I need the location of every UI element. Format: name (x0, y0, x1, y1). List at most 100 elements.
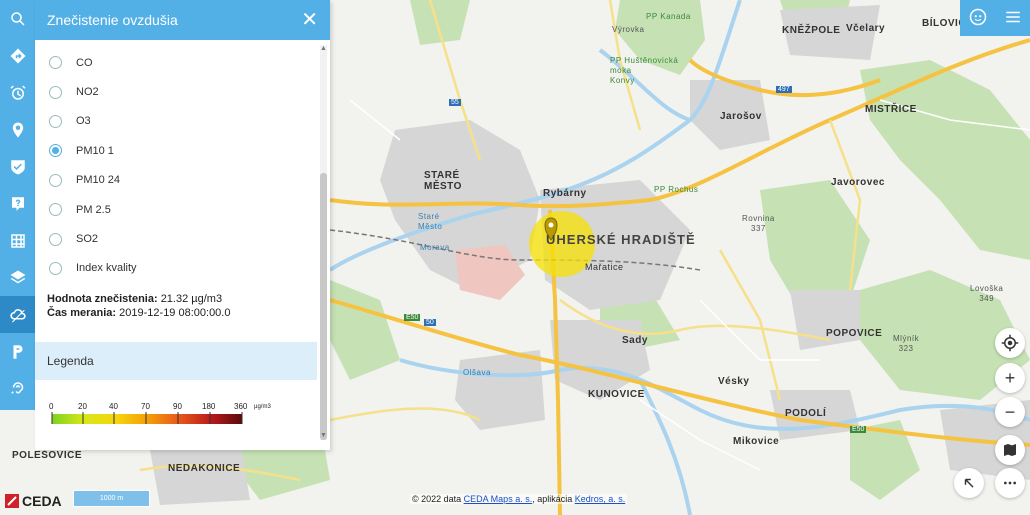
search-icon[interactable] (0, 0, 35, 37)
road-badge: E50 (850, 426, 867, 433)
legend-header[interactable]: Legenda (35, 342, 317, 380)
map-label-sady: Sady (622, 335, 648, 346)
ceda-maps-link[interactable]: CEDA Maps a. s. (464, 494, 533, 504)
road-badge: E50 (404, 314, 421, 321)
scroll-down-arrow[interactable]: ▼ (320, 432, 327, 440)
attribution-middle: , aplikácia (532, 494, 575, 504)
radio-label: CO (76, 56, 93, 69)
layers-icon[interactable] (0, 259, 35, 296)
map-label-lovoska: Lovoška 349 (970, 284, 1004, 303)
directions-icon[interactable] (0, 37, 35, 74)
map-label-mikovice: Mikovice (733, 436, 780, 447)
attribution-prefix: © 2022 data (412, 494, 464, 504)
radio-label: PM10 1 (76, 144, 114, 157)
cloud-pollution-icon[interactable] (0, 296, 35, 333)
radio-label: Index kvality (76, 262, 137, 275)
radio-label: NO2 (76, 86, 99, 99)
radio-label: PM10 24 (76, 174, 121, 187)
legend-tick-label: 360 (234, 402, 248, 411)
radio-option-index-kvality[interactable]: Index kvality (35, 254, 317, 283)
legend-tick-label: 20 (78, 402, 87, 411)
legend-color-scale: 0 20 40 70 90 180 360 µg/m3 (49, 402, 289, 433)
menu-icon[interactable] (1004, 8, 1022, 29)
help-icon[interactable] (0, 185, 35, 222)
radio-option-pm25[interactable]: PM 2.5 (35, 195, 317, 224)
radio-button[interactable] (49, 173, 62, 187)
legend-tick-label: 40 (109, 402, 118, 411)
shield-check-icon[interactable] (0, 148, 35, 185)
panel-scrollbar[interactable]: ▲ ▼ (320, 45, 327, 440)
map-label-uherske-hradiste: UHERSKÉ HRADIŠTĚ (546, 232, 696, 247)
radio-button-selected[interactable] (49, 144, 62, 158)
legend-tick-label: 0 (49, 402, 54, 411)
map-label-rovnina: Rovnina 337 (742, 214, 775, 233)
radio-label: PM 2.5 (76, 203, 111, 216)
user-face-icon[interactable] (969, 8, 987, 29)
map-label-pp-kanada: PP Kanada (646, 12, 691, 21)
grid-icon[interactable] (0, 222, 35, 259)
air-pollution-panel: Znečistenie ovzdušia ✕ CO NO2 O3 PM10 1 … (35, 0, 330, 450)
top-right-toolbar (960, 0, 1030, 36)
panel-title: Znečistenie ovzdušia (47, 12, 178, 28)
radio-option-pm10-1[interactable]: PM10 1 (35, 136, 317, 165)
map-scale-bar: 1000 m (73, 490, 150, 507)
kedros-link[interactable]: Kedros, a. s. (575, 494, 626, 504)
value-label: Hodnota znečistenia: (47, 293, 158, 306)
ceda-logo-mark (5, 494, 19, 508)
radio-button[interactable] (49, 56, 62, 70)
map-label-kunovice: KUNOVICE (588, 389, 645, 400)
hearing-icon[interactable] (0, 370, 35, 407)
radio-button[interactable] (49, 203, 62, 217)
map-label-knezpole: KNĚŽPOLE (782, 25, 841, 36)
compass-icon[interactable] (995, 328, 1025, 358)
road-badge: 497 (776, 86, 792, 93)
radio-option-co[interactable]: CO (35, 48, 317, 77)
logo-text: CEDA (22, 493, 62, 509)
radio-button[interactable] (49, 85, 62, 99)
radio-option-so2[interactable]: SO2 (35, 224, 317, 253)
radio-button[interactable] (49, 114, 62, 128)
map-label-mistrice: MISTŘICE (865, 104, 917, 115)
time-label: Čas merania: (47, 307, 117, 320)
map-label-stare-mesto: STARÉ MĚSTO (424, 170, 462, 192)
map-label-polesovice: POLEŠOVICE (12, 450, 83, 461)
panel-body: CO NO2 O3 PM10 1 PM10 24 PM 2.5 SO2 Inde… (35, 40, 317, 450)
attribution-footer: © 2022 data CEDA Maps a. s., aplikácia K… (410, 494, 628, 504)
map-label-nedakonice: NEDAKONICE (168, 463, 241, 474)
pollution-value: 21.32 µg/m3 (160, 293, 223, 306)
radio-option-pm10-24[interactable]: PM10 24 (35, 166, 317, 195)
legend-title: Legenda (47, 354, 94, 368)
radio-button[interactable] (49, 232, 62, 246)
zoom-in-button[interactable]: + (995, 363, 1025, 393)
radio-label: O3 (76, 115, 91, 128)
map-label-jarosov: Jarošov (720, 111, 762, 122)
map-label-olsava: Olšava (463, 368, 491, 377)
alarm-icon[interactable] (0, 74, 35, 111)
scroll-up-arrow[interactable]: ▲ (320, 45, 327, 53)
map-label-mlynik: Mlýník 323 (893, 334, 920, 353)
radio-option-o3[interactable]: O3 (35, 107, 317, 136)
map-label-podoli: PODOLÍ (785, 408, 827, 419)
scrollbar-thumb[interactable] (320, 173, 327, 440)
zoom-out-button[interactable]: − (995, 397, 1025, 427)
radio-button[interactable] (49, 261, 62, 275)
map-label-vyrovka: Výrovka (612, 25, 645, 34)
location-pin-icon[interactable] (0, 111, 35, 148)
legend-gradient (52, 414, 242, 424)
map-type-icon[interactable] (995, 435, 1025, 465)
close-icon[interactable]: ✕ (301, 10, 318, 30)
road-badge: 50 (424, 319, 436, 326)
legend-tick-label: 180 (202, 402, 216, 411)
map-label-vcelary: Včelary (846, 23, 886, 34)
map-label-maratice: Mařatice (585, 262, 624, 272)
parking-icon[interactable] (0, 333, 35, 370)
measurement-info: Hodnota znečistenia: 21.32 µg/m3 Čas mer… (35, 292, 317, 320)
map-label-pp-hustenovicka: PP Huštěnovická moka Konvy (610, 56, 679, 85)
measurement-time: 2019-12-19 08:00:00.0 (119, 307, 231, 320)
collapse-icon[interactable] (954, 468, 984, 498)
more-options-icon[interactable] (995, 468, 1025, 498)
radio-option-no2[interactable]: NO2 (35, 77, 317, 106)
map-label-popovice: POPOVICE (826, 328, 883, 339)
map-label-stare-mesto-river: Staré Město (418, 212, 443, 231)
map-label-morava: Morava (420, 243, 450, 252)
